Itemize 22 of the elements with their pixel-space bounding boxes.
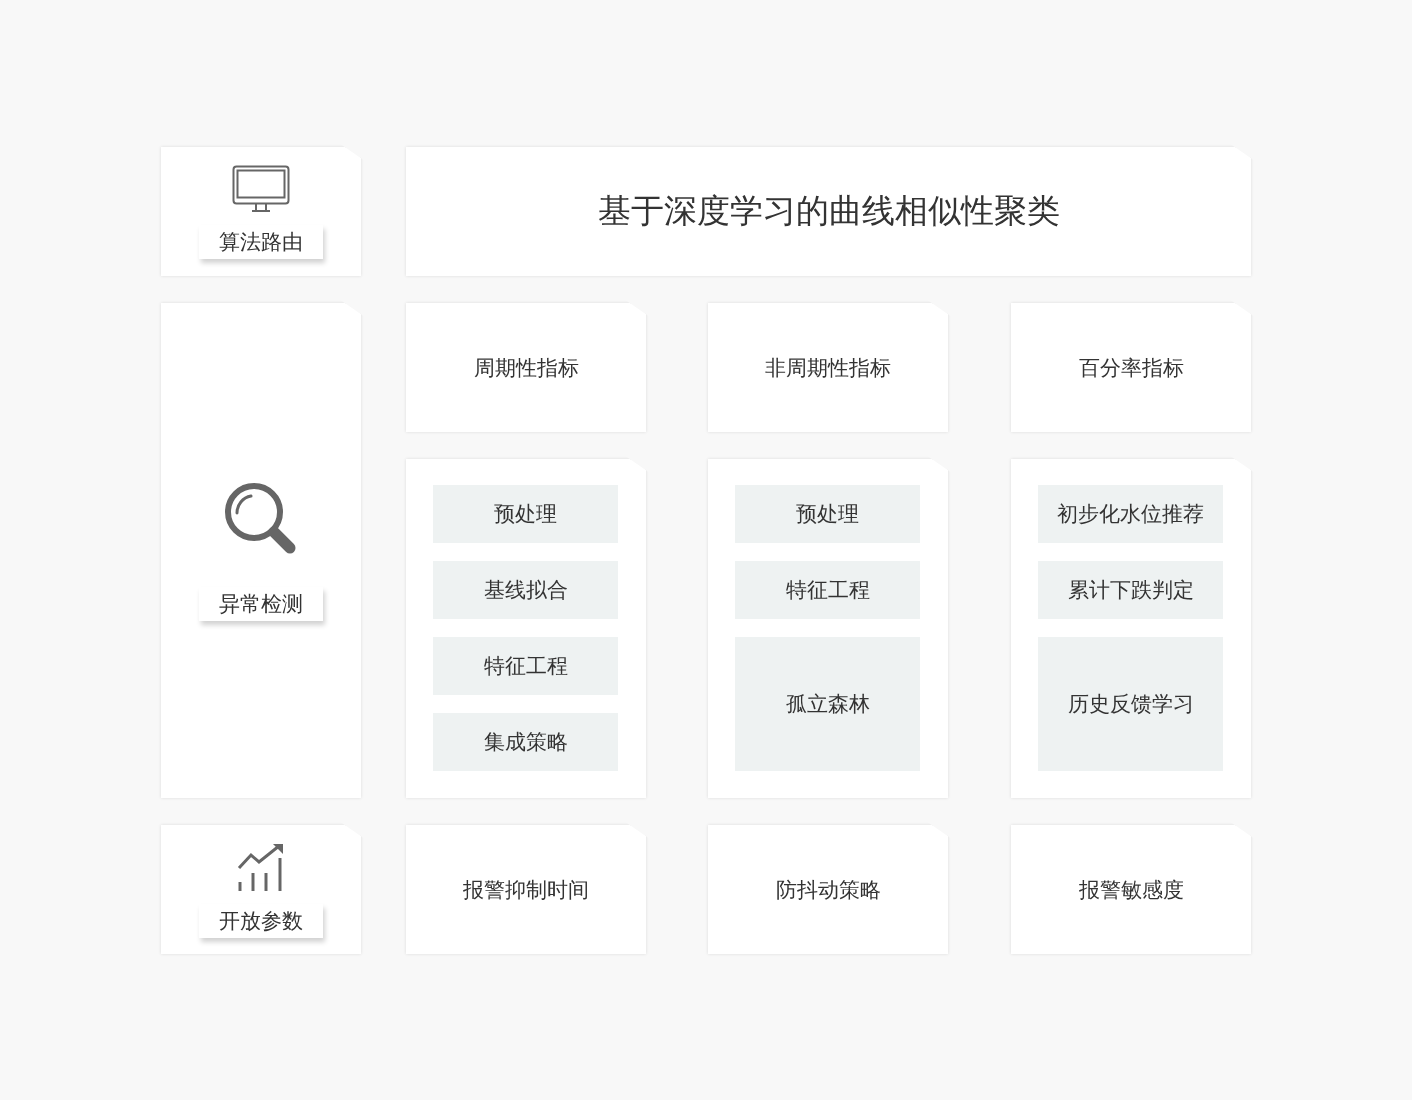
parameter-label: 报警抑制时间 xyxy=(463,876,589,904)
step-block: 特征工程 xyxy=(433,637,618,695)
step-block: 特征工程 xyxy=(735,561,920,619)
category-label: 百分率指标 xyxy=(1078,354,1184,382)
step-block: 孤立森林 xyxy=(735,637,920,771)
step-block: 基线拟合 xyxy=(433,561,618,619)
parameter-label: 报警敏感度 xyxy=(1078,876,1184,904)
diagram-title: 基于深度学习的曲线相似性聚类 xyxy=(597,190,1060,232)
step-block: 预处理 xyxy=(735,485,920,543)
parameter-label: 防抖动策略 xyxy=(775,876,881,904)
trend-chart-icon xyxy=(237,841,285,892)
section-label: 开放参数 xyxy=(199,903,323,938)
category-label: 非周期性指标 xyxy=(765,354,891,382)
monitor-icon xyxy=(232,164,290,213)
step-block: 历史反馈学习 xyxy=(1038,637,1223,771)
section-label: 算法路由 xyxy=(199,224,323,259)
category-label: 周期性指标 xyxy=(473,354,579,382)
section-label: 异常检测 xyxy=(199,586,323,621)
step-block: 初步化水位推荐 xyxy=(1038,485,1223,543)
step-block: 预处理 xyxy=(433,485,618,543)
step-block: 累计下跌判定 xyxy=(1038,561,1223,619)
step-block: 集成策略 xyxy=(433,713,618,771)
